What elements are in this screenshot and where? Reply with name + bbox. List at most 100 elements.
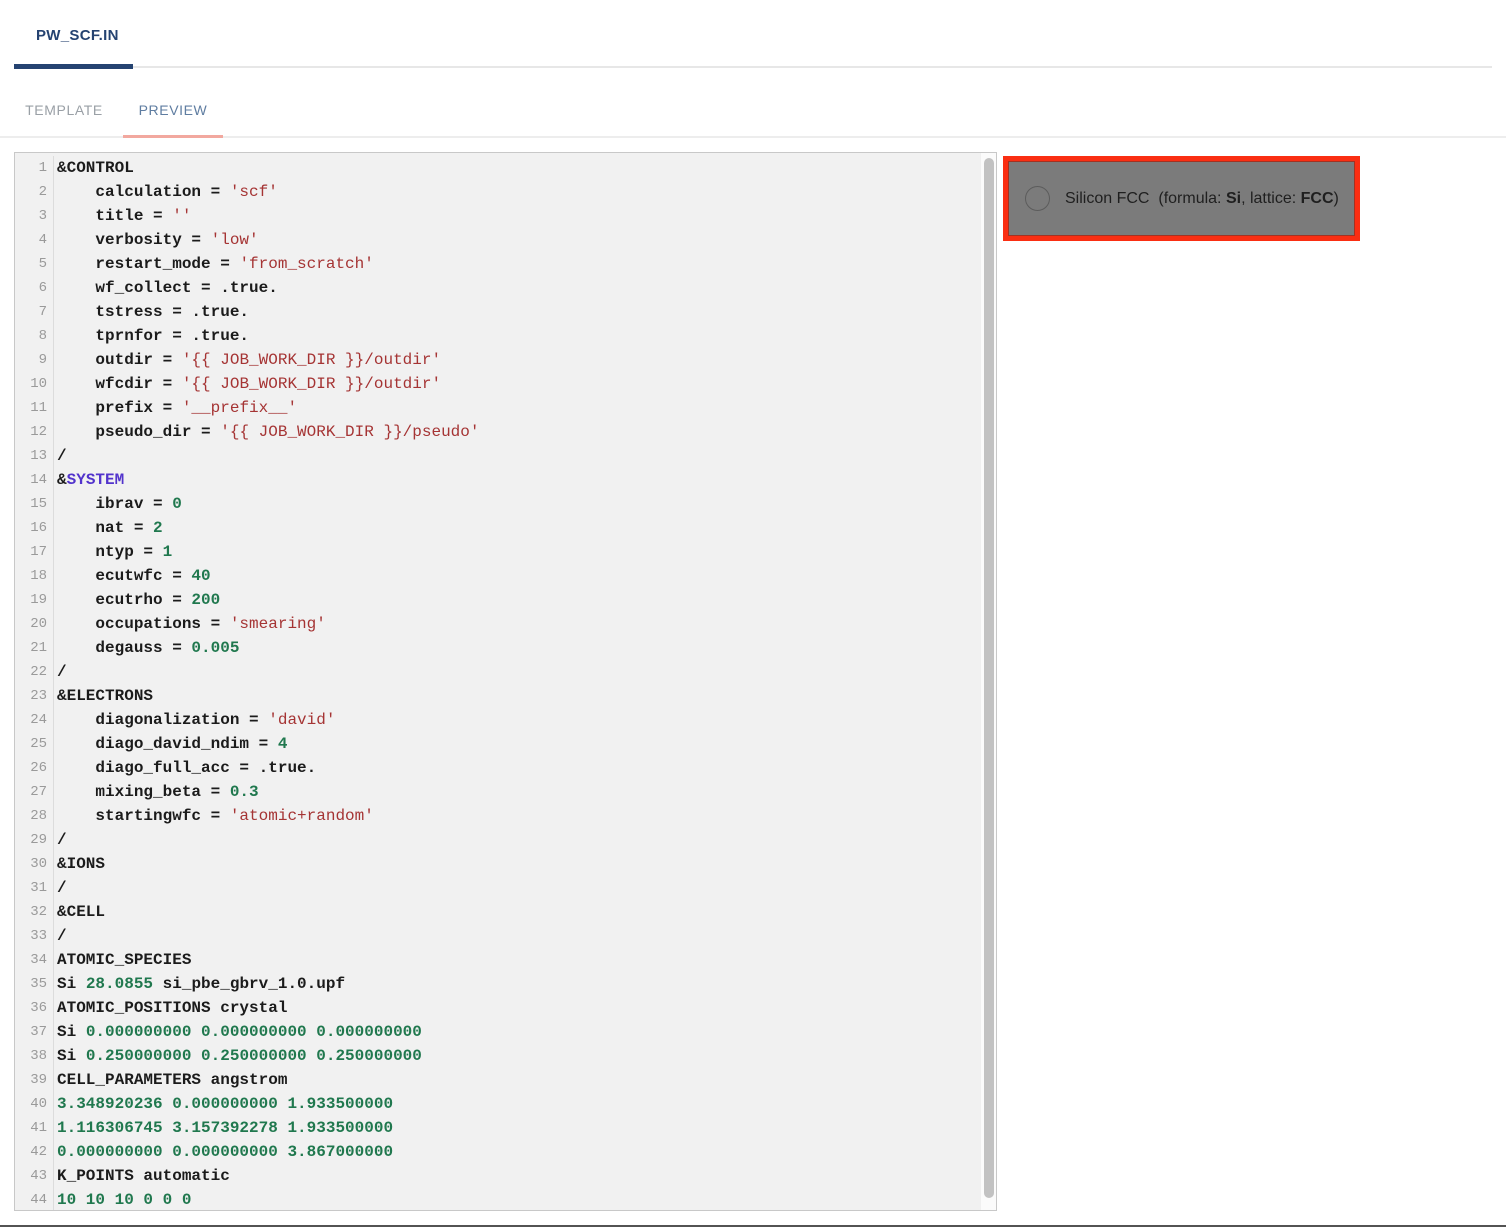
line-content: wfcdir = '{{ JOB_WORK_DIR }}/outdir' — [54, 372, 441, 396]
line-content: title = '' — [54, 204, 191, 228]
scrollbar-thumb[interactable] — [984, 158, 994, 1198]
line-content: tstress = .true. — [54, 300, 249, 324]
line-number: 10 — [15, 372, 54, 396]
line-content: 3.348920236 0.000000000 1.933500000 — [54, 1092, 393, 1116]
code-line: 33/ — [15, 924, 981, 948]
line-number: 5 — [15, 252, 54, 276]
code-lines: 1&CONTROL2 calculation = 'scf'3 title = … — [15, 153, 981, 1210]
line-content: ecutrho = 200 — [54, 588, 220, 612]
line-content: ATOMIC_SPECIES — [54, 948, 191, 972]
line-content: pseudo_dir = '{{ JOB_WORK_DIR }}/pseudo' — [54, 420, 479, 444]
line-number: 36 — [15, 996, 54, 1020]
material-lattice: FCC — [1301, 190, 1334, 207]
line-content: / — [54, 876, 67, 900]
code-line: 403.348920236 0.000000000 1.933500000 — [15, 1092, 981, 1116]
line-content: &CONTROL — [54, 156, 134, 180]
code-line: 43K_POINTS automatic — [15, 1164, 981, 1188]
line-content: diago_david_ndim = 4 — [54, 732, 287, 756]
line-number: 39 — [15, 1068, 54, 1092]
line-number: 23 — [15, 684, 54, 708]
page: PW_SCF.IN TEMPLATE PREVIEW 1&CONTROL2 ca… — [0, 0, 1506, 1230]
line-number: 13 — [15, 444, 54, 468]
code-editor-panel[interactable]: 1&CONTROL2 calculation = 'scf'3 title = … — [14, 152, 997, 1211]
code-line: 420.000000000 0.000000000 3.867000000 — [15, 1140, 981, 1164]
code-line: 22/ — [15, 660, 981, 684]
line-number: 30 — [15, 852, 54, 876]
line-content: Si 0.000000000 0.000000000 0.000000000 — [54, 1020, 422, 1044]
line-number: 7 — [15, 300, 54, 324]
line-content: / — [54, 828, 67, 852]
line-content: mixing_beta = 0.3 — [54, 780, 259, 804]
line-content: degauss = 0.005 — [54, 636, 239, 660]
material-details-mid: , lattice: — [1241, 190, 1301, 207]
tab-preview-active-indicator — [123, 135, 223, 138]
line-number: 12 — [15, 420, 54, 444]
code-line: 14&SYSTEM — [15, 468, 981, 492]
file-tab-active-indicator — [14, 64, 133, 69]
code-line: 18 ecutwfc = 40 — [15, 564, 981, 588]
line-number: 14 — [15, 468, 54, 492]
line-content: ATOMIC_POSITIONS crystal — [54, 996, 287, 1020]
line-number: 8 — [15, 324, 54, 348]
code-line: 23&ELECTRONS — [15, 684, 981, 708]
line-content: ecutwfc = 40 — [54, 564, 211, 588]
line-content: &SYSTEM — [54, 468, 124, 492]
code-line: 29/ — [15, 828, 981, 852]
line-content: restart_mode = 'from_scratch' — [54, 252, 374, 276]
code-line: 21 degauss = 0.005 — [15, 636, 981, 660]
tabs-divider — [0, 136, 1506, 138]
file-tab-title[interactable]: PW_SCF.IN — [36, 27, 119, 44]
line-number: 32 — [15, 900, 54, 924]
line-content: / — [54, 924, 67, 948]
page-bottom-border — [0, 1225, 1506, 1227]
line-content: startingwfc = 'atomic+random' — [54, 804, 374, 828]
code-line: 26 diago_full_acc = .true. — [15, 756, 981, 780]
line-number: 24 — [15, 708, 54, 732]
line-number: 16 — [15, 516, 54, 540]
file-tab-divider — [14, 66, 1492, 68]
code-line: 35Si 28.0855 si_pbe_gbrv_1.0.upf — [15, 972, 981, 996]
line-number: 34 — [15, 948, 54, 972]
radio-button-icon[interactable] — [1025, 186, 1050, 211]
code-line: 39CELL_PARAMETERS angstrom — [15, 1068, 981, 1092]
line-number: 40 — [15, 1092, 54, 1116]
code-line: 24 diagonalization = 'david' — [15, 708, 981, 732]
line-number: 19 — [15, 588, 54, 612]
code-line: 11 prefix = '__prefix__' — [15, 396, 981, 420]
code-line: 37Si 0.000000000 0.000000000 0.000000000 — [15, 1020, 981, 1044]
scrollbar-track[interactable] — [980, 153, 996, 1210]
line-number: 42 — [15, 1140, 54, 1164]
material-details-suffix: ) — [1334, 190, 1339, 207]
code-line: 17 ntyp = 1 — [15, 540, 981, 564]
line-content: calculation = 'scf' — [54, 180, 278, 204]
line-number: 15 — [15, 492, 54, 516]
line-number: 41 — [15, 1116, 54, 1140]
line-content: diago_full_acc = .true. — [54, 756, 316, 780]
code-line: 38Si 0.250000000 0.250000000 0.250000000 — [15, 1044, 981, 1068]
material-option-silicon-fcc[interactable]: Silicon FCC (formula: Si, lattice: FCC) — [1003, 156, 1360, 241]
material-details-prefix: (formula: — [1149, 190, 1225, 207]
code-line: 9 outdir = '{{ JOB_WORK_DIR }}/outdir' — [15, 348, 981, 372]
code-line: 32&CELL — [15, 900, 981, 924]
line-number: 25 — [15, 732, 54, 756]
line-content: tprnfor = .true. — [54, 324, 249, 348]
line-number: 22 — [15, 660, 54, 684]
line-number: 4 — [15, 228, 54, 252]
line-number: 9 — [15, 348, 54, 372]
code-line: 20 occupations = 'smearing' — [15, 612, 981, 636]
line-number: 37 — [15, 1020, 54, 1044]
line-number: 27 — [15, 780, 54, 804]
code-line: 4410 10 10 0 0 0 — [15, 1188, 981, 1210]
line-content: &ELECTRONS — [54, 684, 153, 708]
tab-template[interactable]: TEMPLATE — [14, 102, 114, 118]
code-line: 411.116306745 3.157392278 1.933500000 — [15, 1116, 981, 1140]
line-number: 1 — [15, 156, 54, 180]
tab-preview[interactable]: PREVIEW — [123, 102, 223, 118]
code-line: 10 wfcdir = '{{ JOB_WORK_DIR }}/outdir' — [15, 372, 981, 396]
code-line: 3 title = '' — [15, 204, 981, 228]
line-content: verbosity = 'low' — [54, 228, 259, 252]
code-line: 30&IONS — [15, 852, 981, 876]
line-content: occupations = 'smearing' — [54, 612, 326, 636]
code-line: 5 restart_mode = 'from_scratch' — [15, 252, 981, 276]
line-content: &IONS — [54, 852, 105, 876]
